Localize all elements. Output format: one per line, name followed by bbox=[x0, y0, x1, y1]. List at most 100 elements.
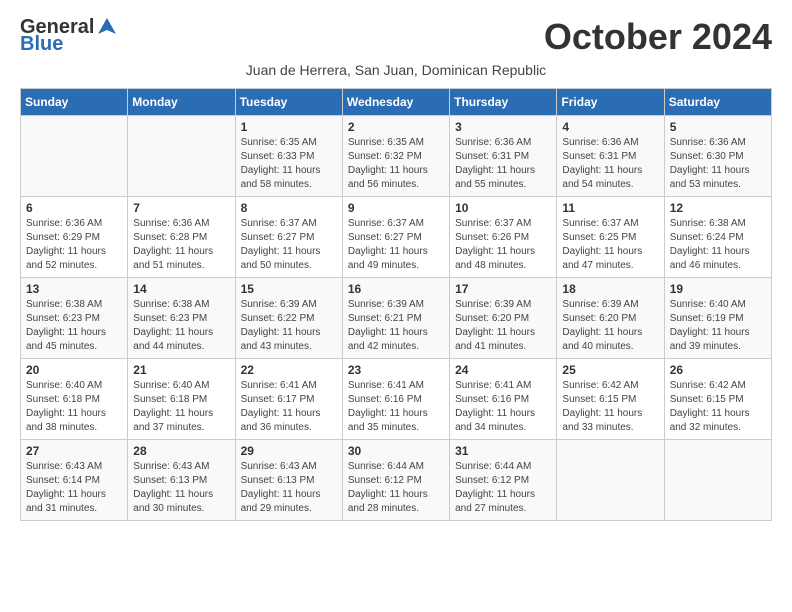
day-info: Sunrise: 6:36 AM Sunset: 6:28 PM Dayligh… bbox=[133, 217, 229, 273]
calendar-cell: 13Sunrise: 6:38 AM Sunset: 6:23 PM Dayli… bbox=[21, 278, 128, 359]
calendar-cell: 15Sunrise: 6:39 AM Sunset: 6:22 PM Dayli… bbox=[235, 278, 342, 359]
location-subtitle: Juan de Herrera, San Juan, Dominican Rep… bbox=[20, 62, 772, 78]
calendar-cell: 21Sunrise: 6:40 AM Sunset: 6:18 PM Dayli… bbox=[128, 359, 235, 440]
calendar-cell: 24 Sunrise: 6:41 AM Sunset: 6:16 PM Dayli… bbox=[450, 359, 557, 440]
day-number: 25 bbox=[562, 363, 658, 377]
day-info: Sunrise: 6:37 AM Sunset: 6:25 PM Dayligh… bbox=[562, 217, 658, 273]
calendar-week-2: 6 Sunrise: 6:36 AM Sunset: 6:29 PM Daylig… bbox=[21, 197, 772, 278]
calendar-week-4: 20 Sunrise: 6:40 AM Sunset: 6:18 PM Dayli… bbox=[21, 359, 772, 440]
calendar-cell bbox=[557, 440, 664, 521]
calendar-week-1: 1 Sunrise: 6:35 AM Sunset: 6:33 PM Daylig… bbox=[21, 116, 772, 197]
day-info: Sunrise: 6:35 AM Sunset: 6:32 PM Dayligh… bbox=[348, 136, 444, 192]
calendar-cell bbox=[21, 116, 128, 197]
calendar-cell: 30 Sunrise: 6:44 AM Sunset: 6:12 PM Dayli… bbox=[342, 440, 449, 521]
header-friday: Friday bbox=[557, 89, 664, 116]
calendar-cell: 17 Sunrise: 6:39 AM Sunset: 6:20 PM Dayli… bbox=[450, 278, 557, 359]
day-info: Sunrise: 6:36 AM Sunset: 6:30 PM Dayligh… bbox=[670, 136, 766, 192]
day-number: 12 bbox=[670, 201, 766, 215]
day-info: Sunrise: 6:36 AM Sunset: 6:31 PM Dayligh… bbox=[455, 136, 551, 192]
day-number: 6 bbox=[26, 201, 122, 215]
day-number: 11 bbox=[562, 201, 658, 215]
calendar-cell: 3 Sunrise: 6:36 AM Sunset: 6:31 PM Daylig… bbox=[450, 116, 557, 197]
calendar-cell: 4Sunrise: 6:36 AM Sunset: 6:31 PM Daylig… bbox=[557, 116, 664, 197]
day-info: Sunrise: 6:36 AM Sunset: 6:29 PM Dayligh… bbox=[26, 217, 122, 273]
day-number: 29 bbox=[241, 444, 337, 458]
day-info: Sunrise: 6:37 AM Sunset: 6:26 PM Dayligh… bbox=[455, 217, 551, 273]
calendar-cell: 16 Sunrise: 6:39 AM Sunset: 6:21 PM Dayli… bbox=[342, 278, 449, 359]
calendar-cell: 8Sunrise: 6:37 AM Sunset: 6:27 PM Daylig… bbox=[235, 197, 342, 278]
header-tuesday: Tuesday bbox=[235, 89, 342, 116]
calendar-cell: 7 Sunrise: 6:36 AM Sunset: 6:28 PM Daylig… bbox=[128, 197, 235, 278]
calendar-week-5: 27Sunrise: 6:43 AM Sunset: 6:14 PM Dayli… bbox=[21, 440, 772, 521]
day-number: 30 bbox=[348, 444, 444, 458]
calendar-cell: 19 Sunrise: 6:40 AM Sunset: 6:19 PM Dayli… bbox=[664, 278, 771, 359]
day-info: Sunrise: 6:40 AM Sunset: 6:18 PM Dayligh… bbox=[26, 379, 122, 435]
calendar-cell: 20 Sunrise: 6:40 AM Sunset: 6:18 PM Dayli… bbox=[21, 359, 128, 440]
calendar-cell: 12 Sunrise: 6:38 AM Sunset: 6:24 PM Dayli… bbox=[664, 197, 771, 278]
calendar-cell: 9 Sunrise: 6:37 AM Sunset: 6:27 PM Daylig… bbox=[342, 197, 449, 278]
day-info: Sunrise: 6:39 AM Sunset: 6:20 PM Dayligh… bbox=[455, 298, 551, 354]
header-wednesday: Wednesday bbox=[342, 89, 449, 116]
calendar-header: SundayMondayTuesdayWednesdayThursdayFrid… bbox=[21, 89, 772, 116]
calendar-cell: 29 Sunrise: 6:43 AM Sunset: 6:13 PM Dayli… bbox=[235, 440, 342, 521]
calendar-cell: 6 Sunrise: 6:36 AM Sunset: 6:29 PM Daylig… bbox=[21, 197, 128, 278]
day-info: Sunrise: 6:38 AM Sunset: 6:23 PM Dayligh… bbox=[26, 298, 122, 354]
day-info: Sunrise: 6:43 AM Sunset: 6:14 PM Dayligh… bbox=[26, 460, 122, 516]
day-number: 1 bbox=[241, 120, 337, 134]
day-info: Sunrise: 6:38 AM Sunset: 6:24 PM Dayligh… bbox=[670, 217, 766, 273]
day-info: Sunrise: 6:39 AM Sunset: 6:21 PM Dayligh… bbox=[348, 298, 444, 354]
calendar-cell: 11 Sunrise: 6:37 AM Sunset: 6:25 PM Dayli… bbox=[557, 197, 664, 278]
day-info: Sunrise: 6:43 AM Sunset: 6:13 PM Dayligh… bbox=[133, 460, 229, 516]
day-info: Sunrise: 6:38 AM Sunset: 6:23 PM Dayligh… bbox=[133, 298, 229, 354]
day-info: Sunrise: 6:41 AM Sunset: 6:16 PM Dayligh… bbox=[455, 379, 551, 435]
header-thursday: Thursday bbox=[450, 89, 557, 116]
day-number: 9 bbox=[348, 201, 444, 215]
day-info: Sunrise: 6:36 AM Sunset: 6:31 PM Dayligh… bbox=[562, 136, 658, 192]
day-info: Sunrise: 6:44 AM Sunset: 6:12 PM Dayligh… bbox=[348, 460, 444, 516]
day-number: 19 bbox=[670, 282, 766, 296]
calendar-cell: 22Sunrise: 6:41 AM Sunset: 6:17 PM Dayli… bbox=[235, 359, 342, 440]
calendar-cell: 28Sunrise: 6:43 AM Sunset: 6:13 PM Dayli… bbox=[128, 440, 235, 521]
day-info: Sunrise: 6:35 AM Sunset: 6:33 PM Dayligh… bbox=[241, 136, 337, 192]
day-number: 10 bbox=[455, 201, 551, 215]
day-number: 8 bbox=[241, 201, 337, 215]
day-info: Sunrise: 6:40 AM Sunset: 6:18 PM Dayligh… bbox=[133, 379, 229, 435]
header-sunday: Sunday bbox=[21, 89, 128, 116]
day-number: 16 bbox=[348, 282, 444, 296]
day-info: Sunrise: 6:43 AM Sunset: 6:13 PM Dayligh… bbox=[241, 460, 337, 516]
day-number: 14 bbox=[133, 282, 229, 296]
day-number: 24 bbox=[455, 363, 551, 377]
day-info: Sunrise: 6:40 AM Sunset: 6:19 PM Dayligh… bbox=[670, 298, 766, 354]
day-info: Sunrise: 6:44 AM Sunset: 6:12 PM Dayligh… bbox=[455, 460, 551, 516]
day-info: Sunrise: 6:39 AM Sunset: 6:20 PM Dayligh… bbox=[562, 298, 658, 354]
calendar-cell: 23Sunrise: 6:41 AM Sunset: 6:16 PM Dayli… bbox=[342, 359, 449, 440]
calendar-cell: 18 Sunrise: 6:39 AM Sunset: 6:20 PM Dayli… bbox=[557, 278, 664, 359]
day-info: Sunrise: 6:42 AM Sunset: 6:15 PM Dayligh… bbox=[670, 379, 766, 435]
day-number: 5 bbox=[670, 120, 766, 134]
calendar-week-3: 13Sunrise: 6:38 AM Sunset: 6:23 PM Dayli… bbox=[21, 278, 772, 359]
calendar-cell: 27Sunrise: 6:43 AM Sunset: 6:14 PM Dayli… bbox=[21, 440, 128, 521]
calendar-cell: 1 Sunrise: 6:35 AM Sunset: 6:33 PM Daylig… bbox=[235, 116, 342, 197]
calendar-cell: 5 Sunrise: 6:36 AM Sunset: 6:30 PM Daylig… bbox=[664, 116, 771, 197]
calendar-table: SundayMondayTuesdayWednesdayThursdayFrid… bbox=[20, 88, 772, 521]
header-saturday: Saturday bbox=[664, 89, 771, 116]
day-number: 18 bbox=[562, 282, 658, 296]
calendar-cell bbox=[128, 116, 235, 197]
day-number: 3 bbox=[455, 120, 551, 134]
header-monday: Monday bbox=[128, 89, 235, 116]
calendar-cell: 14 Sunrise: 6:38 AM Sunset: 6:23 PM Dayli… bbox=[128, 278, 235, 359]
logo-blue: Blue bbox=[20, 34, 118, 54]
day-number: 22 bbox=[241, 363, 337, 377]
day-number: 7 bbox=[133, 201, 229, 215]
calendar-cell bbox=[664, 440, 771, 521]
logo: General Blue bbox=[20, 16, 118, 54]
day-info: Sunrise: 6:41 AM Sunset: 6:16 PM Dayligh… bbox=[348, 379, 444, 435]
page-header: General Blue October 2024 bbox=[20, 16, 772, 58]
day-info: Sunrise: 6:37 AM Sunset: 6:27 PM Dayligh… bbox=[348, 217, 444, 273]
day-number: 20 bbox=[26, 363, 122, 377]
calendar-cell: 26Sunrise: 6:42 AM Sunset: 6:15 PM Dayli… bbox=[664, 359, 771, 440]
calendar-cell: 25Sunrise: 6:42 AM Sunset: 6:15 PM Dayli… bbox=[557, 359, 664, 440]
calendar-cell: 10 Sunrise: 6:37 AM Sunset: 6:26 PM Dayli… bbox=[450, 197, 557, 278]
day-number: 17 bbox=[455, 282, 551, 296]
day-number: 2 bbox=[348, 120, 444, 134]
